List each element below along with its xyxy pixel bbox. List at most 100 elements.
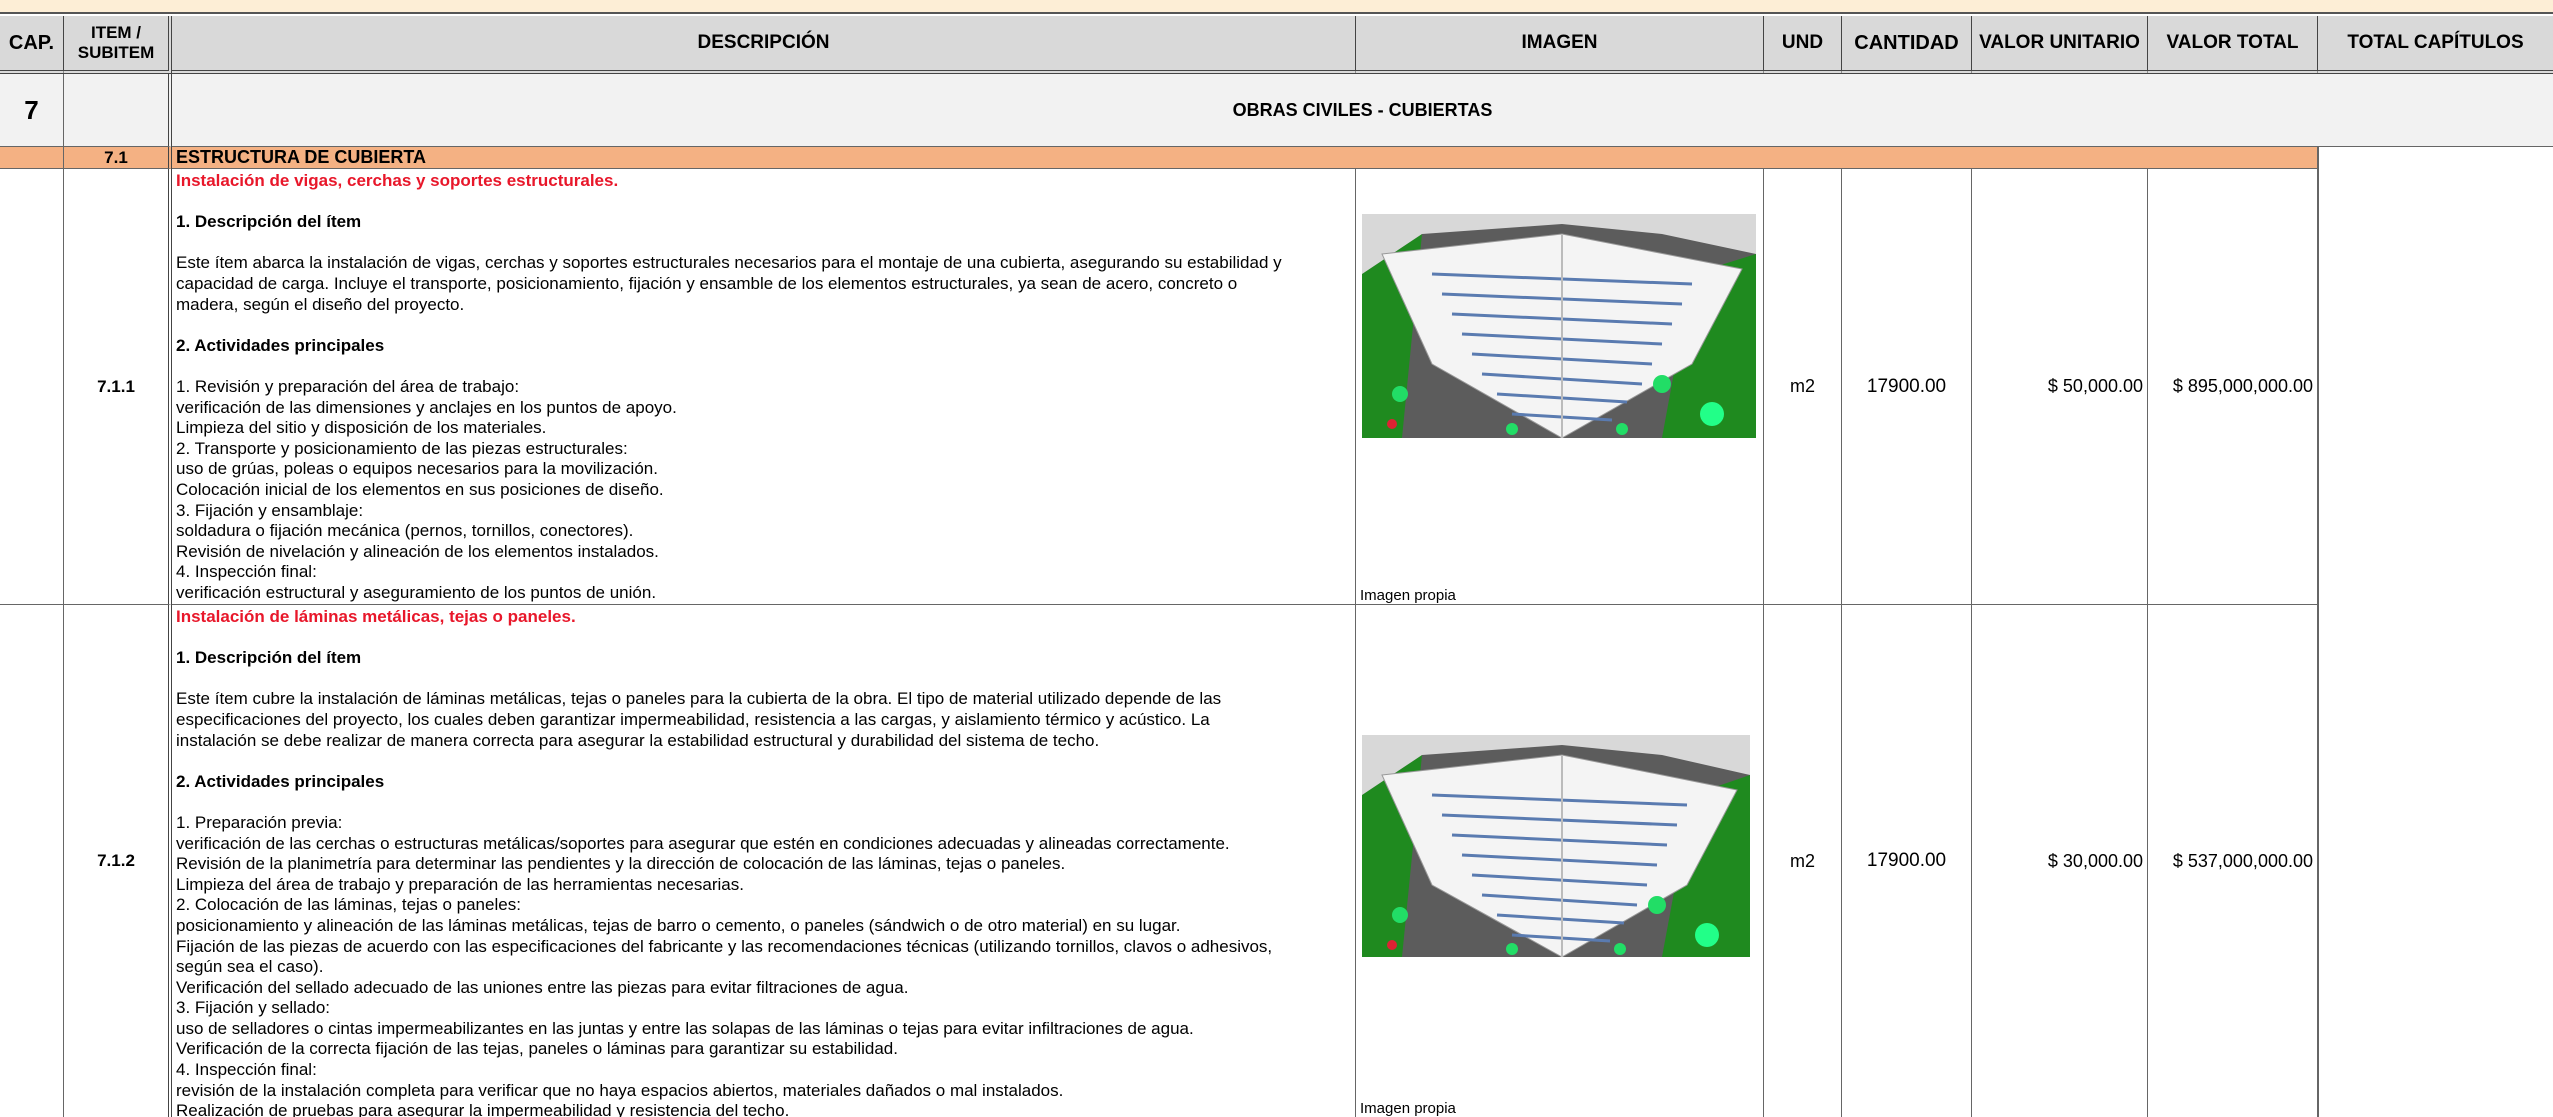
description-line: según sea el caso).: [176, 957, 324, 977]
description-line: Limpieza del área de trabajo y preparaci…: [176, 874, 744, 894]
header-valor-unitario-label: VALOR UNITARIO: [1979, 32, 2140, 53]
description-line: Revisión de la planimetría para determin…: [176, 854, 1066, 874]
top-border-strip: [0, 0, 2553, 14]
description-line: 2. Transporte y posicionamiento de las p…: [176, 438, 628, 458]
row1-item-id: 7.1.1: [64, 169, 172, 605]
row1-valor-total: $ 895,000,000.00: [2148, 169, 2318, 605]
header-item-label: ITEM / SUBITEM: [77, 23, 155, 62]
description-line: uso de grúas, poleas o equipos necesario…: [176, 459, 658, 479]
row2-valor-total-label: $ 537,000,000.00: [2172, 850, 2313, 871]
row1-valor-unitario-label: $ 50,000.00: [2047, 376, 2143, 396]
header-descripcion-label: DESCRIPCIÓN: [697, 32, 830, 53]
description-line: Revisión de nivelación y alineación de l…: [176, 541, 659, 561]
description-heading: 1. Descripción del ítem: [176, 648, 362, 668]
description-line: Este ítem cubre la instalación de lámina…: [176, 689, 1222, 709]
description-line: 1. Preparación previa:: [176, 812, 343, 832]
description-line: Realización de pruebas para asegurar la …: [176, 1101, 790, 1117]
row1-valor-total-label: $ 895,000,000.00: [2172, 376, 2313, 396]
row1-cantidad-label: 17900.00: [1866, 375, 1947, 397]
row1-image-caption: Imagen propia: [1360, 587, 1456, 604]
header-descripcion: DESCRIPCIÓN: [172, 16, 1356, 74]
header-valor-total: VALOR TOTAL: [2148, 16, 2318, 74]
header-item: ITEM / SUBITEM: [64, 16, 172, 74]
total-capitulos-cell: [2318, 147, 2553, 1117]
section-cap-cell: [0, 147, 64, 169]
row2-item-id-label: 7.1.2: [97, 851, 135, 870]
row2-cantidad: 17900.00: [1842, 605, 1972, 1117]
row2-description: Instalación de láminas metálicas, tejas …: [172, 605, 1356, 1117]
description-line: Colocación inicial de los elementos en s…: [176, 479, 664, 499]
header-imagen: IMAGEN: [1356, 16, 1764, 74]
chapter-item-cell: [64, 74, 172, 147]
chapter-number: 7: [0, 74, 64, 147]
description-line: Limpieza del sitio y disposición de los …: [176, 418, 547, 438]
description-line: verificación estructural y aseguramiento…: [176, 582, 657, 602]
header-cap-label: CAP.: [8, 32, 55, 54]
row2-cantidad-label: 17900.00: [1866, 850, 1947, 871]
chapter-title: OBRAS CIVILES - CUBIERTAS: [172, 74, 2553, 147]
description-heading: 2. Actividades principales: [176, 771, 385, 791]
description-line: Fijación de las piezas de acuerdo con la…: [176, 936, 1273, 956]
row2-title: Instalación de láminas metálicas, tejas …: [176, 607, 576, 626]
row2-image-cell: Imagen propia: [1356, 605, 1764, 1117]
header-total-capitulos: TOTAL CAPÍTULOS: [2318, 16, 2553, 74]
roof-render-image: [1362, 735, 1750, 957]
row1-und-label: m2: [1789, 376, 1815, 396]
chapter-title-label: OBRAS CIVILES - CUBIERTAS: [1232, 99, 1493, 120]
description-line: posicionamiento y alineación de las lámi…: [176, 915, 1181, 935]
header-cantidad: CANTIDAD: [1842, 16, 1972, 74]
header-cap: CAP.: [0, 16, 64, 74]
description-line: Verificación del sellado adecuado de las…: [176, 977, 909, 997]
description-heading: 1. Descripción del ítem: [176, 212, 362, 232]
row1-und: m2: [1764, 169, 1842, 605]
header-total-capitulos-label: TOTAL CAPÍTULOS: [2347, 32, 2524, 53]
description-line: 4. Inspección final:: [176, 1060, 317, 1080]
description-line: soldadura o fijación mecánica (pernos, t…: [176, 521, 634, 541]
description-line: verificación de las dimensiones y anclaj…: [176, 397, 677, 417]
section-number-label: 7.1: [104, 147, 128, 167]
description-line: 1. Revisión y preparación del área de tr…: [176, 376, 520, 396]
row2-image-caption: Imagen propia: [1360, 1100, 1456, 1117]
row1-description: Instalación de vigas, cerchas y soportes…: [172, 169, 1356, 605]
description-line: especificaciones del proyecto, los cuale…: [176, 709, 1210, 729]
section-title: ESTRUCTURA DE CUBIERTA: [172, 147, 2318, 169]
header-und: UND: [1764, 16, 1842, 74]
description-line: 3. Fijación y ensamblaje:: [176, 500, 364, 520]
row1-cantidad: 17900.00: [1842, 169, 1972, 605]
header-valor-unitario: VALOR UNITARIO: [1972, 16, 2148, 74]
row1-item-id-label: 7.1.1: [97, 376, 135, 396]
description-line: verificación de las cerchas o estructura…: [176, 833, 1230, 853]
description-heading: 2. Actividades principales: [176, 335, 385, 355]
row2-und: m2: [1764, 605, 1842, 1117]
row2-cap-cell: [0, 605, 64, 1117]
roof-render-image: [1362, 214, 1756, 438]
header-und-label: UND: [1781, 32, 1824, 53]
description-line: 3. Fijación y sellado:: [176, 998, 331, 1018]
description-line: uso de selladores o cintas impermeabiliz…: [176, 1018, 1194, 1038]
description-line: 2. Colocación de las láminas, tejas o pa…: [176, 895, 521, 915]
row2-valor-unitario: $ 30,000.00: [1972, 605, 2148, 1117]
row1-valor-unitario: $ 50,000.00: [1972, 169, 2148, 605]
row2-und-label: m2: [1789, 850, 1815, 871]
chapter-number-label: 7: [24, 94, 39, 125]
section-number: 7.1: [64, 147, 172, 169]
description-line: Este ítem abarca la instalación de vigas…: [176, 253, 1282, 273]
description-line: capacidad de carga. Incluye el transport…: [176, 273, 1238, 293]
row1-cap-cell: [0, 169, 64, 605]
row2-valor-unitario-label: $ 30,000.00: [2047, 850, 2143, 871]
header-cantidad-label: CANTIDAD: [1854, 32, 1959, 54]
description-line: 4. Inspección final:: [176, 562, 317, 582]
description-line: madera, según el diseño del proyecto.: [176, 294, 465, 314]
row2-item-id: 7.1.2: [64, 605, 172, 1117]
header-imagen-label: IMAGEN: [1521, 32, 1598, 53]
description-line: Verificación de la correcta fijación de …: [176, 1039, 898, 1059]
description-line: instalación se debe realizar de manera c…: [176, 730, 1100, 750]
